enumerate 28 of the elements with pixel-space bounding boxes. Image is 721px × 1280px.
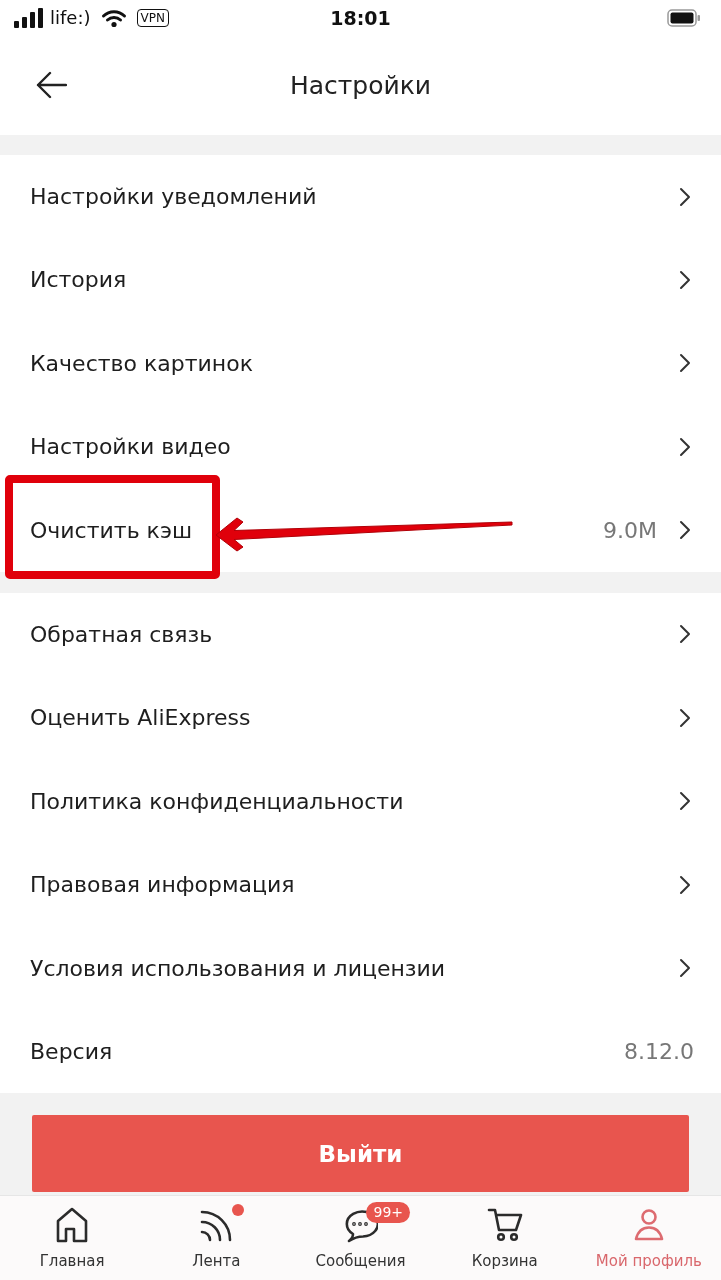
logout-button[interactable]: Выйти [32,1115,689,1193]
vpn-badge: VPN [136,8,169,27]
item-value: 8.12.0 [624,1038,694,1064]
settings-item[interactable]: История [0,238,721,322]
item-value: 9.0M [603,517,657,543]
settings-item[interactable]: Качество картинок [0,321,721,405]
settings-item[interactable]: Обратная связь [0,592,721,677]
settings-item[interactable]: Версия 8.12.0 [0,1009,721,1094]
back-arrow-icon [35,71,67,100]
tab-item[interactable]: Корзина [432,1196,577,1280]
settings-item[interactable]: Настройки уведомлений [0,154,721,239]
tab-item[interactable]: Лента [144,1196,289,1280]
tab-item[interactable]: 99+ Сообщения [288,1196,433,1280]
settings-item[interactable]: Политика конфиденциальности [0,759,721,843]
carrier-name: life:) [50,7,91,29]
signal-icon [14,7,44,28]
settings-item[interactable]: Очистить кэш 9.0M [0,488,721,572]
wifi-icon [100,7,127,28]
tab-item[interactable]: Главная [0,1196,145,1280]
battery-icon [667,8,701,27]
unread-badge: 99+ [366,1202,411,1224]
clock-time: 18:01 [330,6,391,29]
settings-item[interactable]: Настройки видео [0,405,721,489]
page-title: Настройки [288,70,433,100]
settings-item[interactable]: Условия использования и лицензии [0,926,721,1010]
back-button[interactable] [35,71,67,100]
settings-item[interactable]: Правовая информация [0,842,721,927]
settings-item[interactable]: Оценить AliExpress [0,676,721,760]
